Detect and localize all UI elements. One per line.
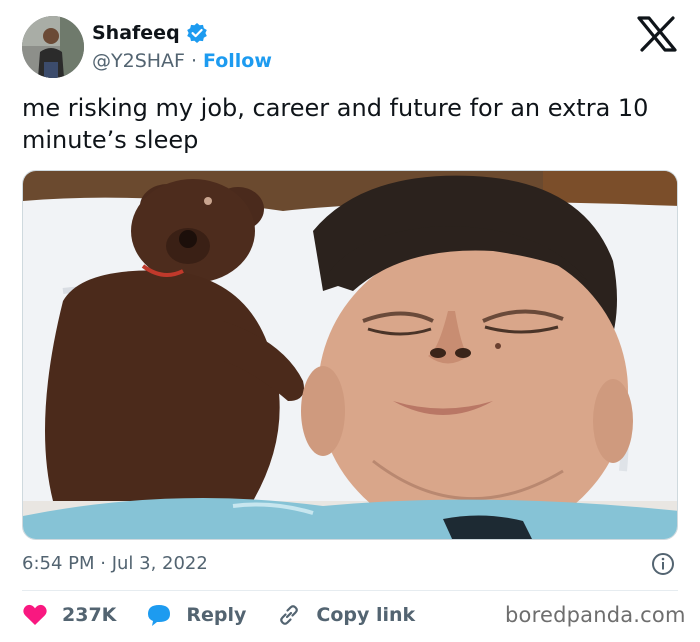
copy-link-label: Copy link [316, 604, 416, 626]
tweet-media-image[interactable] [22, 170, 678, 540]
reply-button[interactable]: Reply [146, 602, 246, 628]
reply-label: Reply [186, 604, 247, 626]
like-button[interactable]: 237K [22, 602, 116, 628]
follow-button[interactable]: Follow [203, 50, 272, 72]
tweet-text: me risking my job, career and future for… [22, 94, 649, 154]
verified-badge-icon [186, 22, 208, 44]
author-handle[interactable]: @Y2SHAF [92, 50, 185, 72]
like-count: 237K [62, 604, 117, 626]
avatar[interactable] [22, 16, 84, 78]
tweet-card: Shafeeq @Y2SHAF · Follow me risking my j… [0, 0, 700, 642]
copy-link-button[interactable]: Copy link [276, 602, 415, 628]
info-icon[interactable] [651, 552, 675, 576]
heart-icon [22, 602, 48, 628]
separator-dot: · [190, 50, 198, 72]
watermark: boredpanda.com [505, 603, 686, 627]
x-logo-icon[interactable] [636, 16, 678, 52]
speech-bubble-icon [146, 602, 172, 628]
tweet-timestamp[interactable]: 6:54 PM · Jul 3, 2022 [22, 552, 208, 576]
author-name[interactable]: Shafeeq [92, 22, 180, 44]
action-bar: 237K Reply Copy link [22, 600, 445, 630]
divider [22, 590, 678, 591]
user-block: Shafeeq @Y2SHAF · Follow [92, 20, 272, 72]
link-icon [276, 602, 302, 628]
